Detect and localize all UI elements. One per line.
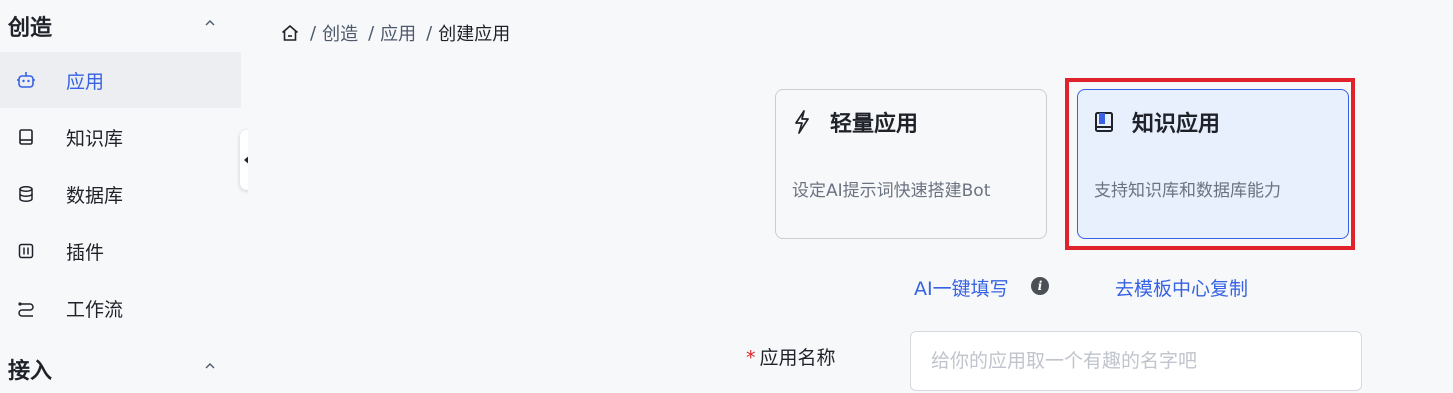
sidebar-item-label: 工作流 xyxy=(66,298,124,321)
card-light-app[interactable]: 轻量应用 设定AI提示词快速搭建Bot xyxy=(775,89,1047,239)
chevron-up-icon[interactable] xyxy=(205,18,215,28)
breadcrumb-separator: / xyxy=(310,22,317,44)
sidebar-item-label: 知识库 xyxy=(66,127,124,150)
section-access-header[interactable]: 接入 xyxy=(0,343,241,393)
sidebar-item-label: 应用 xyxy=(66,70,105,93)
workflow-icon xyxy=(16,298,36,318)
card-title: 轻量应用 xyxy=(830,112,919,137)
card-description: 设定AI提示词快速搭建Bot xyxy=(792,181,991,201)
sidebar: 创造 应用 知识库 数据库 插件 工作流 接入 xyxy=(0,0,241,384)
breadcrumb-item-apps[interactable]: 应用 xyxy=(380,20,416,46)
template-copy-link[interactable]: 去模板中心复制 xyxy=(1115,274,1248,301)
sidebar-item-plugins[interactable]: 插件 xyxy=(0,223,241,279)
app-name-label-text: 应用名称 xyxy=(759,347,836,369)
chevron-up-icon[interactable] xyxy=(205,361,215,371)
ai-fill-link[interactable]: AI一键填写 xyxy=(914,274,1009,301)
sidebar-item-label: 插件 xyxy=(66,241,105,264)
card-title: 知识应用 xyxy=(1132,112,1221,137)
breadcrumb-item-create-app: 创建应用 xyxy=(438,24,511,45)
sidebar-item-knowledge[interactable]: 知识库 xyxy=(0,109,241,165)
info-icon[interactable]: i xyxy=(1031,277,1049,295)
breadcrumb: / 创造 / 应用 / 创建应用 xyxy=(280,20,510,46)
sidebar-item-apps[interactable]: 应用 xyxy=(0,52,241,108)
card-knowledge-app[interactable]: 知识应用 支持知识库和数据库能力 xyxy=(1077,89,1349,239)
app-name-label: * 应用名称 xyxy=(746,343,836,370)
section-access-title: 接入 xyxy=(8,359,53,384)
book-icon xyxy=(1094,110,1116,134)
breadcrumb-separator: / xyxy=(368,22,375,44)
sidebar-item-workflow[interactable]: 工作流 xyxy=(0,280,241,336)
breadcrumb-separator: / xyxy=(426,22,433,44)
app-name-input[interactable] xyxy=(910,331,1362,391)
lightning-icon xyxy=(792,110,814,134)
database-icon xyxy=(16,184,36,204)
plugin-icon xyxy=(16,241,36,261)
breadcrumb-item-create[interactable]: 创造 xyxy=(322,20,358,46)
section-create-title: 创造 xyxy=(8,16,53,41)
sidebar-item-label: 数据库 xyxy=(66,184,124,207)
required-mark: * xyxy=(746,347,756,369)
sidebar-item-database[interactable]: 数据库 xyxy=(0,166,241,222)
book-icon xyxy=(16,127,36,147)
section-create-header[interactable]: 创造 xyxy=(0,0,241,50)
card-description: 支持知识库和数据库能力 xyxy=(1094,181,1281,201)
home-icon[interactable] xyxy=(280,23,300,43)
robot-icon xyxy=(16,70,36,90)
